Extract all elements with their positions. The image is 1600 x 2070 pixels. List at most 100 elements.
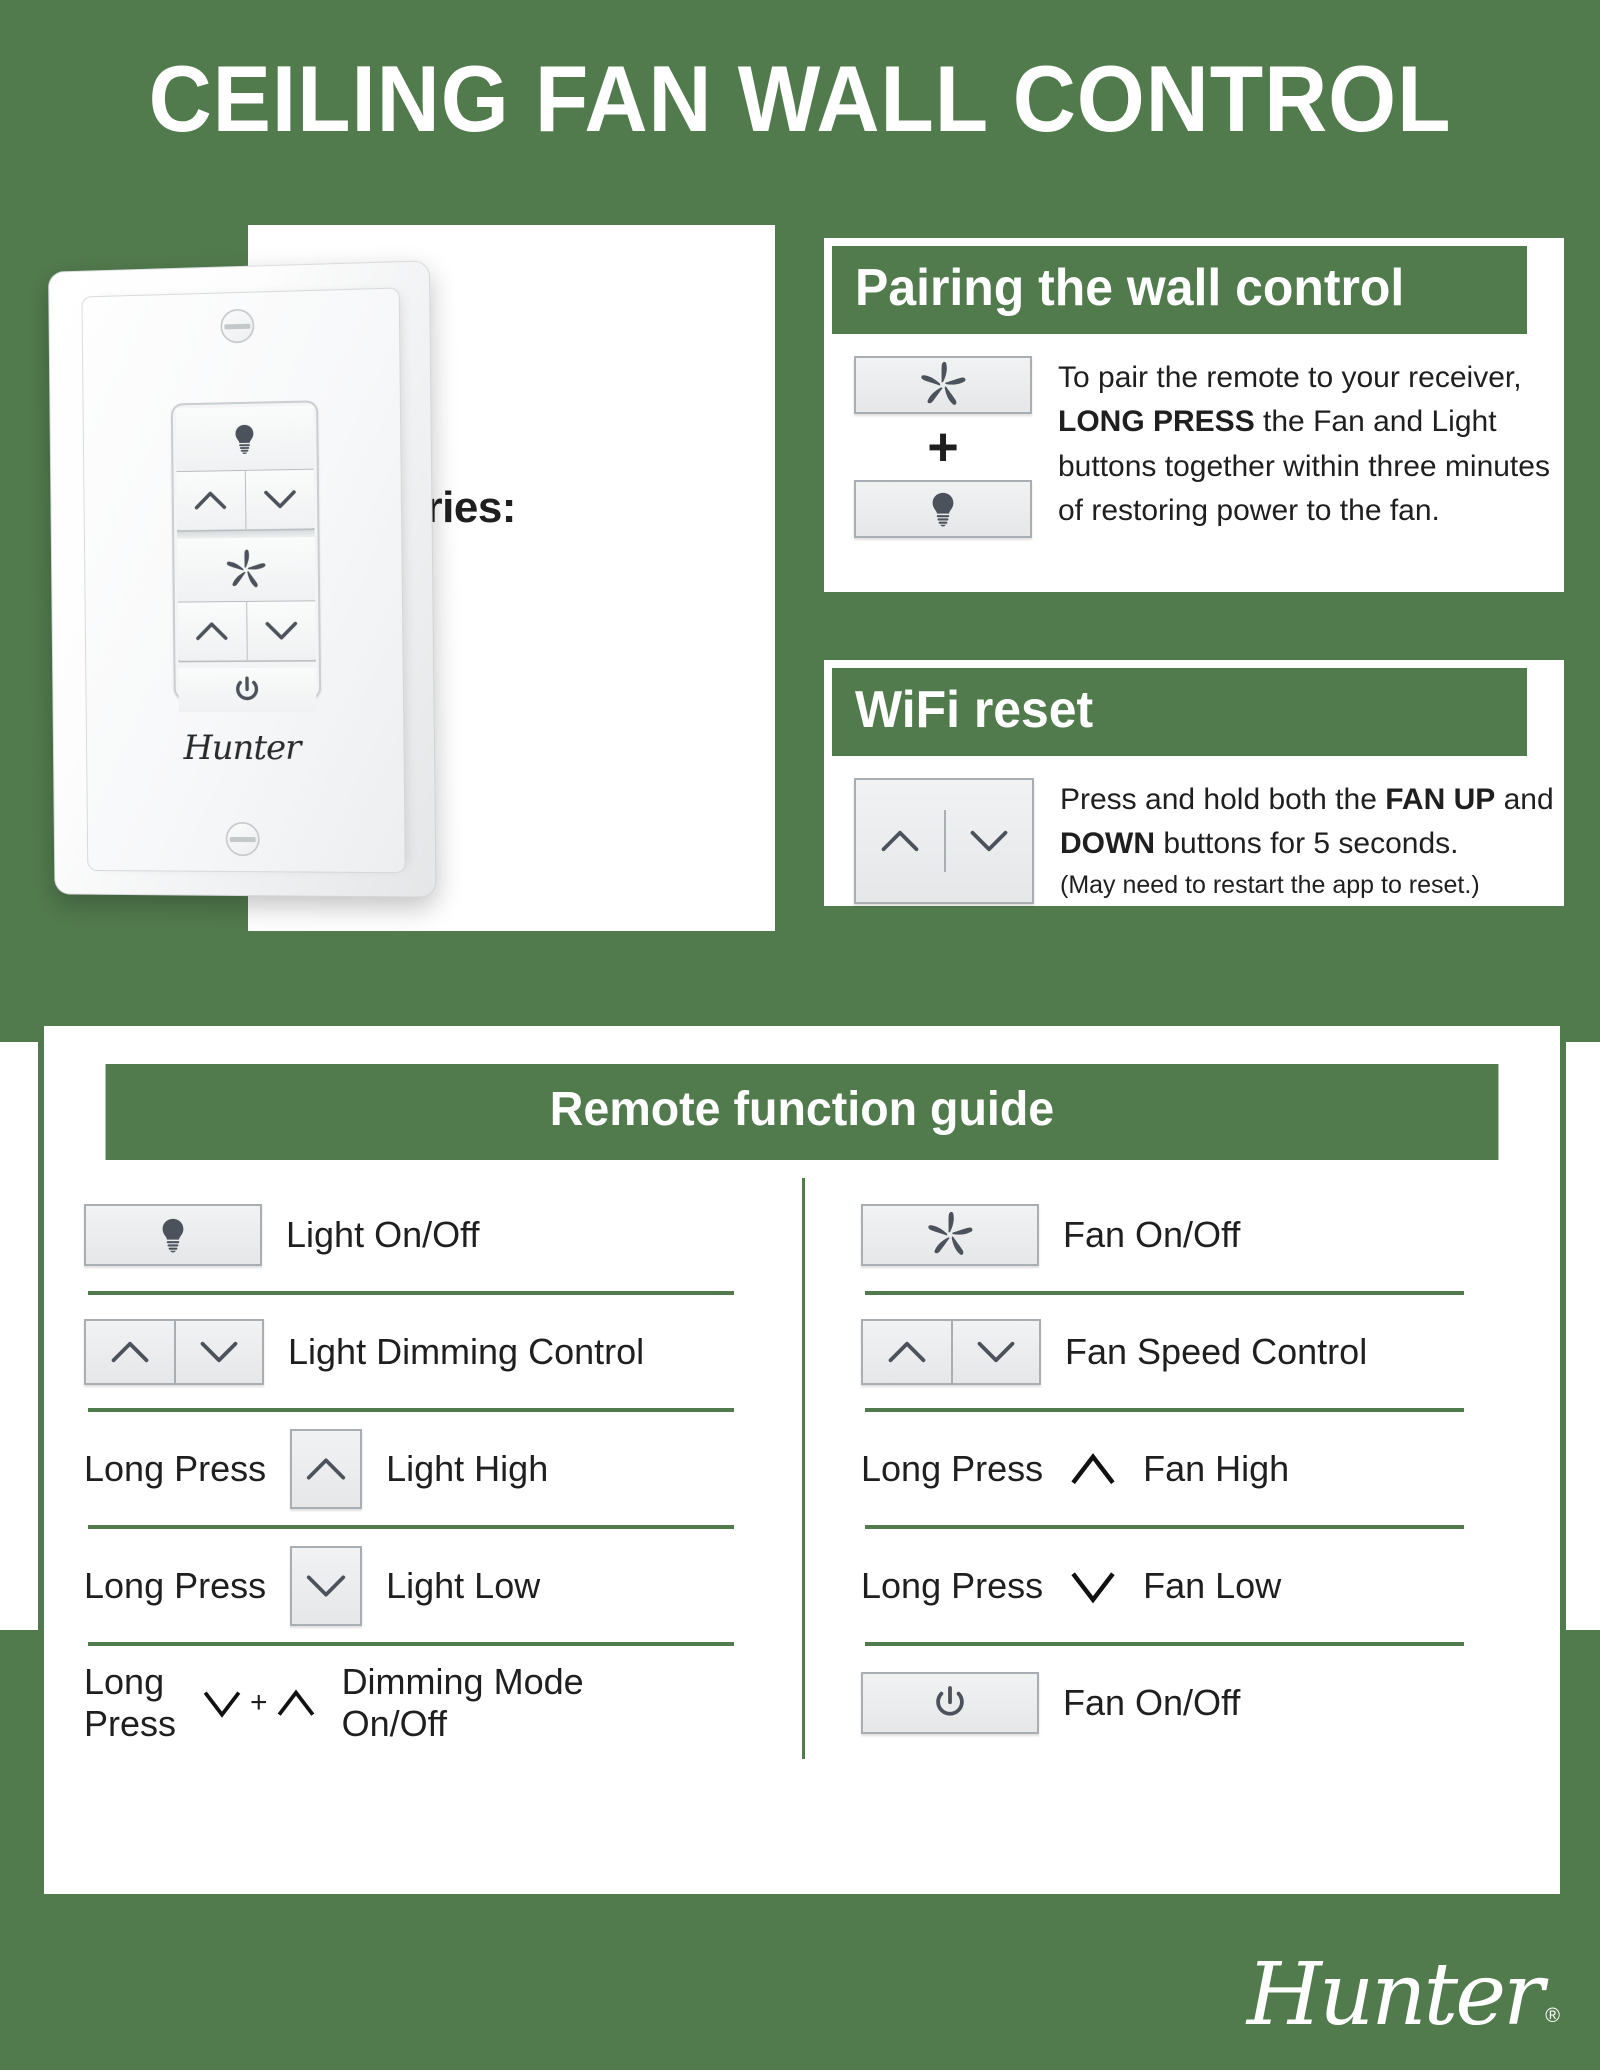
remote-function-guide: Remote function guide Light On/Off Light… (38, 1020, 1566, 1900)
wifi-text-e: buttons for 5 seconds. (1154, 827, 1459, 861)
plus-symbol: + (250, 1685, 268, 1719)
guide-left-column: Light On/Off Light Dimming Control Long … (84, 1178, 802, 1759)
chevron-up-icon (881, 830, 919, 852)
guide-row-light-dimming: Light Dimming Control (84, 1295, 768, 1408)
wifi-reset-note: (May need to restart the app to reset.) (1060, 870, 1480, 899)
device-power-button[interactable] (178, 667, 317, 713)
fan-onoff-button[interactable] (861, 1203, 1039, 1266)
wifi-reset-instructions: Press and hold both the FAN UP and DOWN … (1034, 778, 1556, 904)
device-light-down-button[interactable] (244, 469, 315, 529)
long-press-label: Long Press (861, 1564, 1044, 1606)
long-press-line2: Press (84, 1702, 177, 1744)
long-press-label-stacked: Long Press (84, 1661, 176, 1743)
guide-right-column: Fan On/Off Fan Speed Control Long Press (802, 1178, 1520, 1759)
page-title: CEILING FAN WALL CONTROL (148, 46, 1452, 151)
plus-symbol: + (927, 417, 959, 477)
guide-row-fan-power: Fan On/Off (861, 1646, 1510, 1759)
pairing-light-button[interactable] (854, 480, 1032, 538)
power-icon (236, 676, 258, 700)
device-power-group (178, 667, 317, 713)
chevron-down-icon (200, 1341, 238, 1362)
chevron-up-icon (306, 1458, 346, 1479)
guide-label-line1: Dimming Mode (341, 1660, 584, 1702)
guide-row-dimming-mode: Long Press + Dimming Mode On/Off (84, 1646, 768, 1759)
guide-row-fan-high: Long Press Fan High (861, 1412, 1510, 1525)
wifi-up-half[interactable] (856, 810, 944, 872)
guide-label-stacked: Dimming Mode On/Off (342, 1661, 584, 1745)
wall-plate: Hunter (48, 260, 437, 898)
chevron-down-icon (263, 488, 297, 511)
guide-label: Fan Speed Control (1065, 1330, 1368, 1372)
wifi-down-half[interactable] (944, 809, 1032, 872)
device-fan-group (177, 537, 316, 663)
device-fan-down-button[interactable] (245, 601, 316, 660)
guide-heading: Remote function guide (105, 1064, 1499, 1160)
guide-label: Fan On/Off (1063, 1681, 1241, 1723)
device-light-group (175, 405, 315, 532)
device-light-button[interactable] (175, 405, 314, 473)
device-hunter-logo: Hunter (183, 727, 301, 769)
fan-speed-button[interactable] (861, 1318, 1041, 1385)
device-fan-up-button[interactable] (177, 601, 247, 661)
fan-power-button[interactable] (861, 1671, 1039, 1734)
pairing-text-a: To pair the remote to your receiver, (1058, 361, 1522, 394)
wifi-reset-heading: WiFi reset (832, 668, 1528, 756)
guide-label: Light On/Off (286, 1213, 480, 1255)
guide-row-light-high: Long Press Light High (84, 1412, 768, 1525)
guide-label: Light Low (386, 1564, 541, 1606)
chevron-down-icon (306, 1575, 346, 1596)
wifi-reset-updown-button[interactable] (854, 778, 1034, 904)
device-light-up-button[interactable] (176, 470, 245, 530)
guide-label: Fan On/Off (1063, 1213, 1241, 1255)
light-bulb-icon (235, 424, 254, 454)
footer-hunter-logo: Hunter ® (1160, 1940, 1560, 2050)
long-press-line1: Long (84, 1661, 165, 1703)
device-fan-button[interactable] (177, 537, 316, 603)
light-high-button[interactable] (290, 1428, 363, 1509)
pairing-heading: Pairing the wall control (832, 246, 1528, 334)
pairing-section: Pairing the wall control + To pair the r… (818, 232, 1570, 598)
fan-up-half[interactable] (863, 1321, 951, 1383)
chevron-down-icon (203, 1691, 241, 1718)
chevron-down-icon (264, 620, 298, 642)
guide-row-light-low: Long Press Light Low (84, 1529, 768, 1642)
chevron-down-icon[interactable] (1067, 1566, 1119, 1606)
power-icon (936, 1685, 964, 1716)
device-light-dim-row (176, 469, 315, 530)
light-low-button[interactable] (290, 1545, 363, 1626)
dimming-mode-combo[interactable]: + (200, 1686, 318, 1720)
fan-blade-icon (928, 1211, 973, 1255)
light-down-half[interactable] (174, 1320, 262, 1383)
guide-row-light-onoff: Light On/Off (84, 1178, 768, 1291)
light-bulb-icon (162, 1218, 184, 1252)
wifi-reset-body: Press and hold both the FAN UP and DOWN … (832, 756, 1556, 904)
light-onoff-button[interactable] (84, 1203, 262, 1266)
guide-label-line2: On/Off (341, 1702, 447, 1744)
wifi-text-fanup: FAN UP (1385, 783, 1496, 816)
fan-down-half[interactable] (951, 1320, 1039, 1383)
guide-row-fan-speed: Fan Speed Control (861, 1295, 1510, 1408)
guide-row-fan-low: Long Press Fan Low (861, 1529, 1510, 1642)
long-press-label: Long Press (84, 1447, 267, 1489)
device-keypad (170, 400, 322, 713)
footer-logo-text: Hunter (1246, 1945, 1544, 2045)
pairing-fan-button[interactable] (854, 356, 1032, 414)
device-fan-speed-row (177, 601, 316, 661)
pairing-instructions: To pair the remote to your receiver, LON… (1032, 356, 1556, 538)
chevron-up-icon (195, 620, 229, 642)
long-press-label: Long Press (861, 1447, 1044, 1489)
pairing-text-emphasis: LONG PRESS (1058, 405, 1255, 439)
light-up-half[interactable] (86, 1321, 174, 1383)
chevron-up-icon (277, 1689, 314, 1716)
pairing-icon-stack: + (854, 356, 1032, 538)
fan-blade-icon (227, 548, 266, 587)
chevron-up-icon (194, 489, 228, 511)
light-dimming-button[interactable] (84, 1318, 264, 1385)
guide-label: Fan High (1143, 1447, 1290, 1489)
chevron-up-icon[interactable] (1067, 1449, 1119, 1489)
chevron-up-icon (111, 1341, 149, 1362)
chevron-down-icon (970, 830, 1008, 852)
guide-label: Light High (386, 1447, 549, 1489)
pairing-body: + To pair the remote to your receiver, L… (832, 334, 1556, 538)
light-bulb-icon (932, 492, 954, 527)
